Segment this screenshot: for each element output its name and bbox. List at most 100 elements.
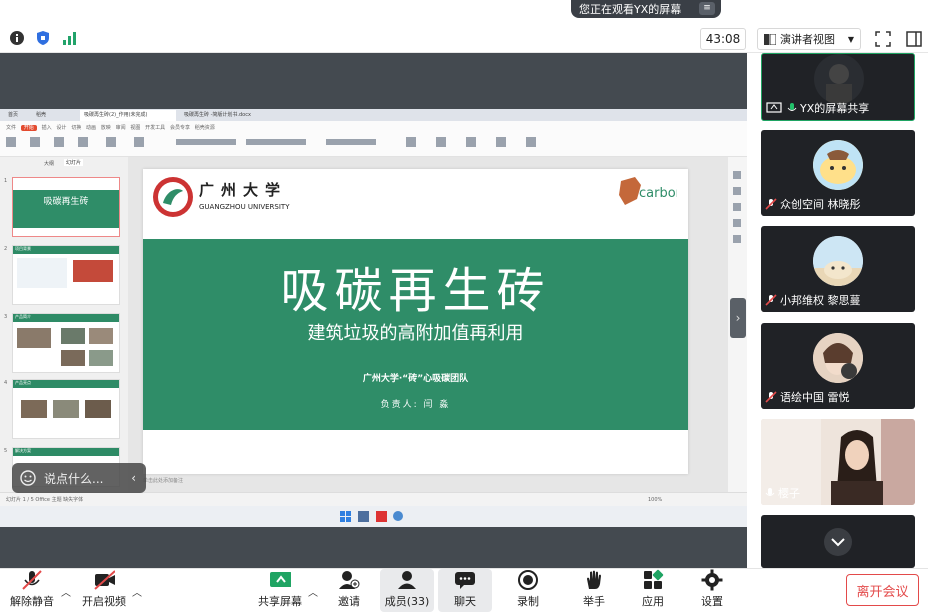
video-options-caret-icon[interactable]: ︿ [132, 584, 142, 599]
doc-tab-home[interactable]: 首页 [4, 110, 28, 121]
pudding-icon [813, 140, 863, 190]
chat-input-pill[interactable]: 说点什么... ‹ [12, 463, 146, 493]
unmute-button[interactable]: 解除静音 [6, 569, 58, 612]
thumbnail-title: 吸碳再生砖 [43, 197, 89, 207]
info-icon[interactable] [9, 30, 25, 46]
raise-hand-button[interactable]: 举手 [574, 569, 614, 612]
statusbar-text: 幻灯片 1 / 5 Office 主题 缺失字体 [6, 497, 84, 503]
zoom-level[interactable]: 100% [648, 493, 662, 507]
emoji-icon[interactable] [20, 470, 36, 486]
participant-name-row: 小邦维权 黎思蔓 [765, 292, 861, 308]
apps-label: 应用 [642, 595, 664, 608]
ribbon-tab[interactable]: 切换 [71, 125, 81, 131]
participant-name: 语绘中国 雷悦 [780, 391, 850, 404]
ribbon-tab[interactable]: 开发工具 [145, 125, 165, 131]
ribbon-tab[interactable]: 放映 [101, 125, 111, 131]
ribbon-tab[interactable]: 视图 [130, 125, 140, 131]
view-mode-label: 演讲者视图 [780, 33, 835, 46]
thumbnail-number: 4 [4, 380, 8, 386]
settings-button[interactable]: 设置 [692, 569, 732, 612]
signal-strength-icon[interactable] [61, 30, 79, 46]
meeting-control-bar: 解除静音 ︿ 开启视频 ︿ 共享屏幕 ︿ 邀请 成员(33) 聊天 录制 举手 … [0, 568, 928, 612]
ribbon-tab[interactable]: 稻壳资源 [195, 125, 215, 131]
slide-team: 广州大学·“砖”心吸碳团队 [362, 374, 469, 384]
record-button[interactable]: 录制 [508, 569, 548, 612]
ribbon-tab[interactable]: 设计 [56, 125, 66, 131]
ribbon-tab[interactable]: 开始 [20, 125, 37, 131]
settings-label: 设置 [701, 595, 723, 608]
invite-label: 邀请 [338, 595, 360, 608]
apps-button[interactable]: 应用 [633, 569, 673, 612]
photo-icon [813, 333, 863, 383]
participant-name-row: 语绘中国 雷悦 [765, 389, 850, 405]
participant-name-row: YX的屏幕共享 [766, 100, 869, 116]
mic-on-icon [787, 103, 797, 111]
participant-tile[interactable]: 樱子 [761, 419, 915, 505]
slide-thumbnail[interactable]: 3 产品简介 [4, 313, 120, 373]
share-options-caret-icon[interactable]: ︿ [308, 584, 318, 599]
thumbnail-number: 2 [4, 246, 8, 252]
ribbon-tab[interactable]: 插入 [42, 125, 52, 131]
add-user-icon [338, 569, 360, 591]
dog-icon [813, 236, 863, 286]
ribbon-tab[interactable]: 会员专享 [170, 125, 190, 131]
fullscreen-icon[interactable] [874, 30, 892, 48]
thumbnail-number: 3 [4, 314, 8, 320]
university-name-cn: 广州大学 [199, 181, 288, 199]
notes-hint[interactable]: 单击此处添加备注 [143, 477, 183, 484]
members-label: 成员(33) [384, 595, 430, 608]
thumbnail-title: 项目背景 [15, 246, 31, 251]
slide-thumbnail[interactable]: 2 项目背景 [4, 245, 120, 305]
slide-thumbnail[interactable]: 4 产品亮点 [4, 379, 120, 439]
slide-leader: 负责人: 闫 淼 [380, 400, 451, 410]
ribbon-tab-row: 文件 开始 插入 设计 切换 动画 放映 审阅 视图 开发工具 会员专享 稻壳资… [6, 124, 215, 131]
share-screen-button[interactable]: 共享屏幕 [255, 569, 305, 612]
hamburger-icon[interactable]: ≡ [699, 2, 715, 15]
carbon-brand-logo-icon: carbon [619, 177, 677, 205]
doc-tab-daoke[interactable]: 稻壳 [32, 110, 74, 121]
gear-icon [701, 569, 723, 591]
participant-tile[interactable]: 众创空间 林晓彤 [761, 130, 915, 216]
thumbnail-title: 产品简介 [15, 314, 31, 319]
ribbon-tab[interactable]: 审阅 [116, 125, 126, 131]
participant-tile[interactable]: 语绘中国 雷悦 [761, 323, 915, 409]
slide-title: 吸碳再生砖 [280, 263, 551, 319]
participant-name: YX的屏幕共享 [800, 102, 870, 115]
view-mode-select[interactable]: 演讲者视图 ▼ [757, 28, 861, 50]
audio-options-caret-icon[interactable]: ︿ [61, 584, 71, 599]
slide-thumbnail-panel: 大纲 幻灯片 1 吸碳再生砖 2 项目背景 3 产品简介 4 产品亮点 5 解决… [0, 157, 128, 492]
panel-tab-slides[interactable]: 幻灯片 [64, 159, 84, 166]
leave-meeting-button[interactable]: 离开会议 [846, 574, 919, 606]
ribbon-tab[interactable]: 动画 [86, 125, 96, 131]
chat-input-placeholder[interactable]: 说点什么... [44, 470, 103, 487]
current-slide[interactable]: 广州大学 GUANGZHOU UNIVERSITY carbon 吸碳再生砖 建… [143, 169, 688, 474]
windows-taskbar [0, 506, 747, 527]
ribbon-tab[interactable]: 文件 [6, 125, 16, 131]
slide-thumbnail[interactable]: 1 吸碳再生砖 [4, 177, 120, 237]
participant-name-row: 樱子 [765, 485, 800, 501]
doc-tab-ppt[interactable]: 吸碳再生砖(2)_作用(未完成) [80, 110, 176, 121]
chevron-down-icon[interactable] [823, 527, 853, 557]
invite-button[interactable]: 邀请 [327, 569, 371, 612]
members-button[interactable]: 成员(33) [380, 569, 434, 612]
sharing-banner-text: 您正在观看YX的屏幕 [579, 3, 682, 16]
participant-tile[interactable]: YX的屏幕共享 [761, 53, 915, 121]
carbon-brand-text: carbon [639, 186, 677, 201]
chat-button[interactable]: 聊天 [438, 569, 492, 612]
start-video-button[interactable]: 开启视频 [78, 569, 130, 612]
expand-panel-chevron-icon[interactable]: › [730, 298, 746, 338]
mic-muted-icon [765, 391, 777, 403]
collapse-chevron-icon[interactable]: ‹ [131, 471, 136, 485]
mic-muted-icon [765, 198, 777, 210]
thumbnail-title: 产品亮点 [15, 380, 31, 385]
panel-tab-outline[interactable]: 大纲 [44, 160, 54, 167]
participant-tile[interactable]: 小邦维权 黎思蔓 [761, 226, 915, 312]
participant-name: 樱子 [778, 487, 800, 500]
meeting-timer: 43:08 [700, 28, 746, 50]
sidebar-toggle-icon[interactable] [905, 30, 923, 48]
security-shield-icon[interactable] [35, 30, 51, 46]
layout-icon [764, 33, 776, 45]
doc-tab-docx[interactable]: 吸碳再生砖 -简版计划书.docx [180, 110, 276, 121]
participant-tile[interactable] [761, 515, 915, 568]
person-icon [814, 54, 864, 104]
